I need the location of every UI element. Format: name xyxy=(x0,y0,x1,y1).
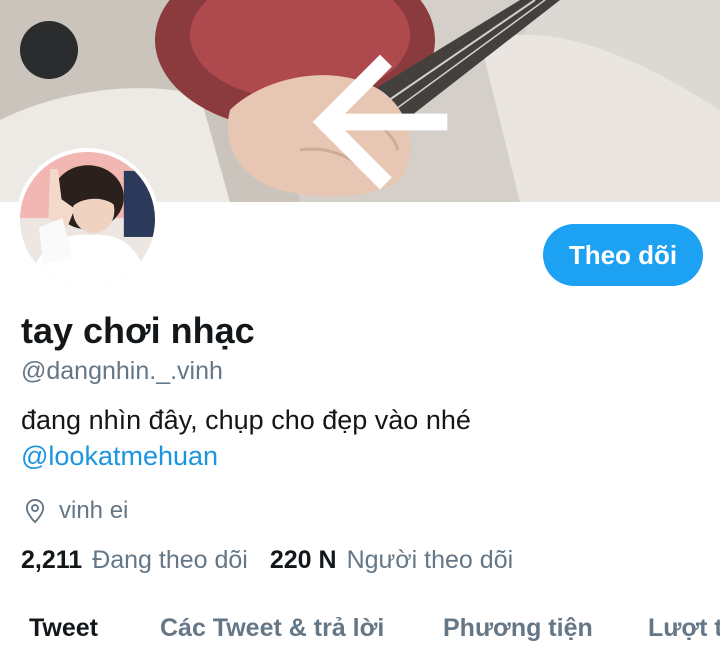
profile-tabs: Tweet Các Tweet & trả lời Phương tiện Lư… xyxy=(0,600,720,661)
follow-stats: 2,211 Đang theo dõi 220 N Người theo dõi xyxy=(21,546,513,580)
tab-likes[interactable]: Lượt thích xyxy=(648,614,720,643)
follow-button[interactable]: Theo dõi xyxy=(543,224,703,286)
following-count: 2,211 xyxy=(21,546,83,574)
following-count-link[interactable]: 2,211 Đang theo dõi xyxy=(21,546,248,575)
location-label: vinh ei xyxy=(59,497,129,524)
tab-tweets-and-replies[interactable]: Các Tweet & trả lời xyxy=(160,614,384,643)
followers-count-link[interactable]: 220 N Người theo dõi xyxy=(270,546,513,575)
bio-text: đang nhìn đây, chụp cho đẹp vào nhé xyxy=(21,405,471,435)
back-button[interactable] xyxy=(20,21,448,190)
display-name: tay chơi nhạc xyxy=(21,310,255,351)
followers-count: 220 N xyxy=(269,546,337,574)
tab-media[interactable]: Phương tiện xyxy=(443,614,593,643)
profile-bio: đang nhìn đây, chụp cho đẹp vào nhé @loo… xyxy=(21,402,471,474)
profile-page: Theo dõi tay chơi nhạc @dangnhin._.vinh … xyxy=(0,0,720,661)
user-handle: @dangnhin._.vinh xyxy=(21,357,223,385)
followers-label: Người theo dõi xyxy=(346,546,514,574)
avatar[interactable] xyxy=(16,148,159,291)
following-label: Đang theo dõi xyxy=(92,546,248,574)
bio-mention-link[interactable]: @lookatmehuan xyxy=(21,438,471,474)
location-pin-icon xyxy=(21,497,49,525)
tab-tweets[interactable]: Tweet xyxy=(29,614,98,643)
profile-location: vinh ei xyxy=(21,496,128,526)
